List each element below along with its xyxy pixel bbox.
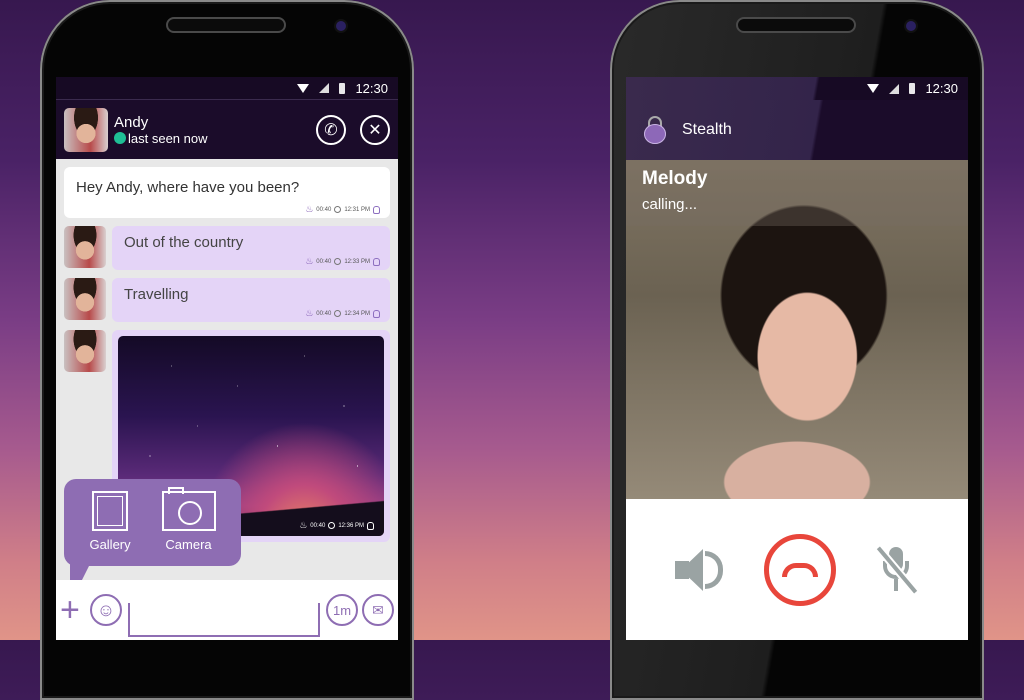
stealth-lock-icon xyxy=(644,116,666,144)
message-incoming[interactable]: Out of the country ♨ 00:40 12:33 PM xyxy=(112,226,390,270)
delivered-check-icon xyxy=(328,522,336,529)
message-meta: ♨ 00:40 12:33 PM xyxy=(305,256,380,267)
hang-up-button[interactable] xyxy=(763,533,836,606)
close-icon[interactable]: ✕ xyxy=(360,114,390,145)
phone-speaker-grille xyxy=(166,17,286,33)
sender-avatar xyxy=(64,278,106,320)
app-bar: Stealth xyxy=(626,100,968,160)
attach-camera-label: Camera xyxy=(165,537,212,552)
caller-photo: Melody calling... xyxy=(626,160,968,499)
wifi-icon xyxy=(297,83,310,93)
burn-timer-icon: ♨ xyxy=(305,204,314,214)
caller-name: Melody xyxy=(642,168,708,189)
message-time: 12:34 PM xyxy=(344,310,370,317)
burn-timer-icon: ♨ xyxy=(305,256,314,266)
speaker-icon[interactable] xyxy=(675,547,725,593)
status-bar: 12:30 xyxy=(56,77,398,100)
front-camera xyxy=(906,21,916,31)
status-bar: 12:30 xyxy=(626,77,968,100)
message-meta: ♨ 00:40 12:34 PM xyxy=(305,308,380,319)
message-outgoing[interactable]: Hey Andy, where have you been? ♨ 00:40 1… xyxy=(64,167,390,218)
front-camera xyxy=(336,21,346,31)
contact-info[interactable]: Andy last seen now xyxy=(114,114,208,146)
call-state: calling... xyxy=(642,196,698,213)
sender-avatar xyxy=(64,226,106,268)
message-row: Out of the country ♨ 00:40 12:33 PM xyxy=(64,226,390,270)
caller-overlay: Melody calling... xyxy=(626,160,968,226)
chat-screen: 12:30 Andy last seen now ✆ ✕ Hey Andy, w… xyxy=(56,77,398,640)
attach-plus-icon[interactable]: + xyxy=(60,593,90,627)
message-time: 12:33 PM xyxy=(344,258,370,265)
send-icon[interactable]: ✉ xyxy=(362,594,394,626)
attach-gallery-label: Gallery xyxy=(89,537,131,552)
emoji-icon[interactable]: ☺ xyxy=(90,594,122,626)
battery-icon xyxy=(909,83,916,94)
battery-icon xyxy=(339,82,346,94)
message-text: Travelling xyxy=(124,286,189,303)
phone-call: 12:30 Stealth Melody calling... xyxy=(610,0,984,700)
call-screen: 12:30 Stealth Melody calling... xyxy=(626,77,968,640)
message-input[interactable] xyxy=(128,603,320,637)
burn-timer: 00:40 xyxy=(316,206,332,213)
online-indicator-icon xyxy=(114,132,126,144)
last-seen-text: last seen now xyxy=(128,130,208,146)
message-meta: ♨ 00:40 12:31 PM xyxy=(305,204,380,215)
self-destruct-timer-button[interactable]: 1m xyxy=(326,594,358,626)
sender-avatar xyxy=(64,330,106,372)
attach-menu: Gallery Camera xyxy=(64,479,241,584)
burn-timer-icon: ♨ xyxy=(299,520,308,530)
wifi-icon xyxy=(867,84,880,93)
message-text: Hey Andy, where have you been? xyxy=(76,179,300,196)
delivered-check-icon xyxy=(334,206,342,213)
hang-up-icon xyxy=(781,562,818,577)
delivered-check-icon xyxy=(334,258,342,265)
mute-icon[interactable] xyxy=(875,545,919,595)
call-controls xyxy=(626,499,968,640)
contact-name: Andy xyxy=(114,113,149,131)
phone-icon[interactable]: ✆ xyxy=(316,114,346,145)
burn-timer: 00:40 xyxy=(316,310,332,317)
phone-speaker-grille xyxy=(736,17,856,33)
message-composer: + ☺ 1m ✉ xyxy=(56,580,398,640)
message-time: 12:36 PM xyxy=(338,522,364,529)
burn-timer: 00:40 xyxy=(316,258,332,265)
app-title: Stealth xyxy=(682,121,732,138)
header-actions: ✆ ✕ xyxy=(316,114,390,145)
lock-icon xyxy=(367,521,374,530)
lock-icon xyxy=(373,257,380,266)
chat-header: Andy last seen now ✆ ✕ xyxy=(56,100,398,159)
attach-gallery-button[interactable]: Gallery xyxy=(89,491,131,566)
lock-icon xyxy=(373,309,380,318)
message-incoming[interactable]: Travelling ♨ 00:40 12:34 PM xyxy=(112,278,390,322)
message-text: Out of the country xyxy=(124,234,244,251)
gallery-icon xyxy=(92,491,129,531)
burn-timer: 00:40 xyxy=(310,522,326,529)
burn-timer-icon: ♨ xyxy=(305,308,314,318)
signal-icon xyxy=(889,83,900,94)
contact-status: last seen now xyxy=(114,131,208,146)
message-list: Hey Andy, where have you been? ♨ 00:40 1… xyxy=(56,159,398,584)
status-time: 12:30 xyxy=(355,80,388,96)
message-time: 12:31 PM xyxy=(344,206,370,213)
message-meta: ♨ 00:40 12:36 PM xyxy=(299,520,374,531)
phone-chat: 12:30 Andy last seen now ✆ ✕ Hey Andy, w… xyxy=(40,0,414,700)
signal-icon xyxy=(319,83,330,93)
lock-icon xyxy=(373,205,380,214)
message-row: Travelling ♨ 00:40 12:34 PM xyxy=(64,278,390,322)
camera-icon xyxy=(161,487,216,531)
delivered-check-icon xyxy=(334,310,342,317)
contact-avatar[interactable] xyxy=(64,107,108,152)
attach-camera-button[interactable]: Camera xyxy=(161,487,216,566)
status-time: 12:30 xyxy=(925,81,958,96)
